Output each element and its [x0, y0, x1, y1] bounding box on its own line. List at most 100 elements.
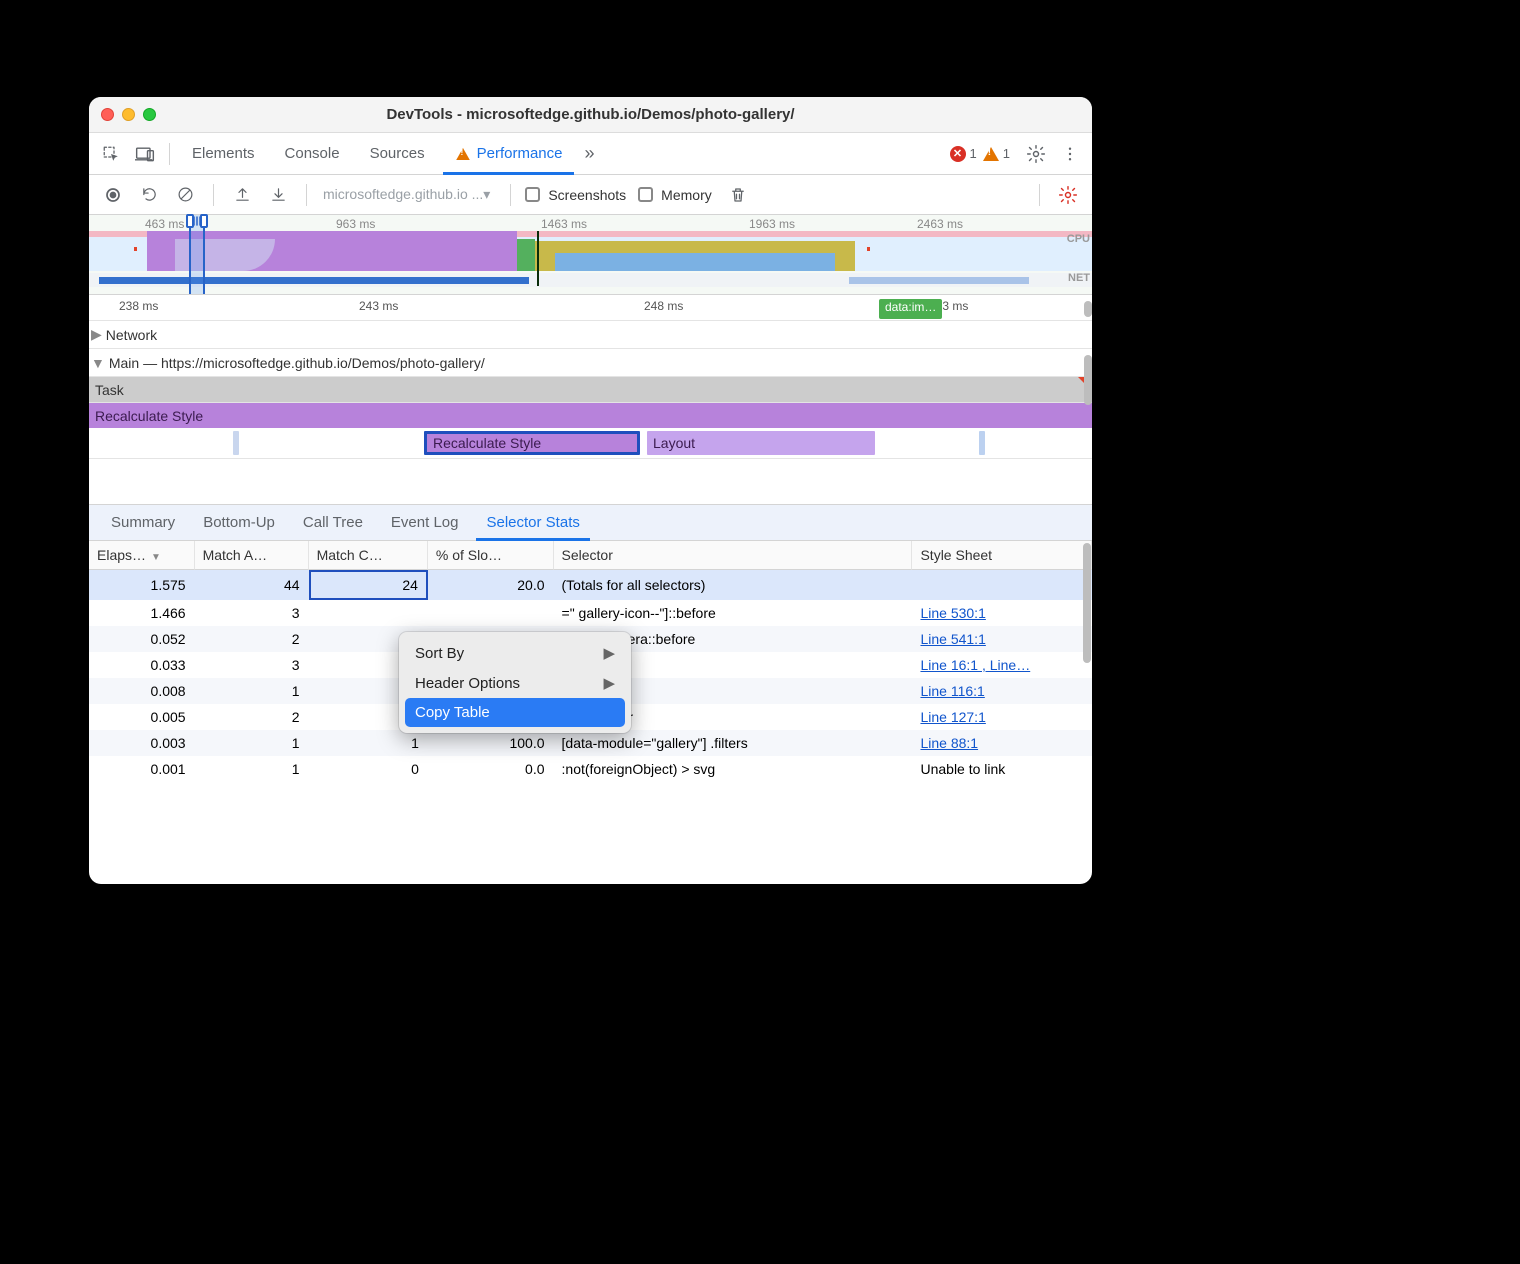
reload-record-button[interactable]: [135, 181, 163, 209]
overview-ticks: 463 ms 963 ms 1463 ms 1963 ms 2463 ms: [89, 217, 1092, 231]
tick-label: 1463 ms: [541, 217, 587, 231]
more-button[interactable]: [1054, 138, 1086, 170]
memory-checkbox[interactable]: [638, 187, 653, 202]
tabs-overflow-button[interactable]: »: [578, 133, 600, 174]
zoom-window-button[interactable]: [143, 108, 156, 121]
close-window-button[interactable]: [101, 108, 114, 121]
column-header-selector[interactable]: Selector: [554, 541, 913, 570]
stylesheet-link[interactable]: Line 88:1: [920, 735, 978, 751]
tab-bottom-up[interactable]: Bottom-Up: [189, 505, 289, 540]
garbage-collect-button[interactable]: [724, 181, 752, 209]
ctx-header-options[interactable]: Header Options ▶: [405, 668, 625, 698]
ctx-label: Sort By: [415, 645, 464, 662]
column-header-match-attempts[interactable]: Match A…: [195, 541, 309, 570]
scrollbar-thumb[interactable]: [1084, 301, 1092, 317]
network-track-header[interactable]: ▶ Network data:im…: [89, 321, 1092, 349]
warning-icon: [456, 148, 470, 160]
tab-selector-stats[interactable]: Selector Stats: [472, 505, 593, 540]
upload-profile-button[interactable]: [228, 181, 256, 209]
header-label: Selector: [562, 547, 613, 563]
tab-summary[interactable]: Summary: [97, 505, 189, 540]
task-bar[interactable]: Task: [89, 377, 1092, 403]
cell: 1: [195, 678, 309, 704]
minimize-window-button[interactable]: [122, 108, 135, 121]
tab-label: Event Log: [391, 514, 459, 531]
column-header-style-sheet[interactable]: Style Sheet: [912, 541, 1092, 570]
scrollbar-thumb[interactable]: [1083, 543, 1091, 663]
recalculate-style-bar[interactable]: Recalculate Style: [89, 403, 1092, 429]
table-row[interactable]: 1.4663=" gallery-icon--"]::beforeLine 53…: [89, 600, 1092, 626]
tab-label: Bottom-Up: [203, 514, 275, 531]
performance-toolbar: microsoftedge.github.io ...▾ Screenshots…: [89, 175, 1092, 215]
cell: 0.052: [89, 626, 195, 652]
column-header-match-count[interactable]: Match C…: [309, 541, 428, 570]
expand-arrow-icon: ▶: [91, 326, 102, 343]
cell: 1: [195, 756, 309, 782]
header-label: % of Slo…: [436, 547, 502, 563]
network-entry[interactable]: data:im…: [879, 299, 942, 319]
flame-bar[interactable]: [979, 431, 985, 455]
stylesheet-link[interactable]: Line 541:1: [920, 631, 985, 647]
tab-label: Selector Stats: [486, 514, 579, 531]
tab-elements[interactable]: Elements: [178, 133, 269, 174]
clear-button[interactable]: [171, 181, 199, 209]
screenshots-checkbox[interactable]: [525, 187, 540, 202]
header-label: Match A…: [203, 547, 268, 563]
ctx-sort-by[interactable]: Sort By ▶: [405, 638, 625, 668]
divider: [306, 184, 307, 206]
stylesheet-link[interactable]: Line 127:1: [920, 709, 985, 725]
tab-console[interactable]: Console: [271, 133, 354, 174]
profile-selector[interactable]: microsoftedge.github.io ...▾: [321, 186, 496, 203]
capture-settings-button[interactable]: [1054, 181, 1082, 209]
tab-performance[interactable]: Performance: [441, 133, 577, 174]
tab-call-tree[interactable]: Call Tree: [289, 505, 377, 540]
timeline-overview[interactable]: 463 ms 963 ms 1463 ms 1963 ms 2463 ms CP…: [89, 215, 1092, 295]
context-menu: Sort By ▶ Header Options ▶ Copy Table: [399, 632, 631, 733]
cell: Line 88:1: [912, 730, 1092, 756]
cell: 3: [195, 652, 309, 678]
stylesheet-link[interactable]: Line 530:1: [920, 605, 985, 621]
column-header-elapsed[interactable]: Elaps…: [89, 541, 195, 570]
device-toolbar-button[interactable]: [129, 138, 161, 170]
inspect-element-button[interactable]: [95, 138, 127, 170]
traffic-lights: [101, 108, 156, 121]
cell: Line 16:1 , Line…: [912, 652, 1092, 678]
ctx-copy-table[interactable]: Copy Table: [405, 698, 625, 727]
stylesheet-link[interactable]: Line 116:1: [920, 683, 984, 699]
cell: [309, 600, 428, 626]
column-header-percent-slow[interactable]: % of Slo…: [428, 541, 554, 570]
flame-chart[interactable]: 238 ms 243 ms 248 ms 253 ms ▶ Network da…: [89, 295, 1092, 505]
tab-label: Call Tree: [303, 514, 363, 531]
table-row[interactable]: 1.575442420.0(Totals for all selectors): [89, 570, 1092, 600]
record-button[interactable]: [99, 181, 127, 209]
main-track-header[interactable]: ▼ Main — https://microsoftedge.github.io…: [89, 349, 1092, 377]
tab-event-log[interactable]: Event Log: [377, 505, 473, 540]
download-profile-button[interactable]: [264, 181, 292, 209]
layout-bar[interactable]: Layout: [647, 431, 875, 455]
header-label: Match C…: [317, 547, 383, 563]
settings-button[interactable]: [1020, 138, 1052, 170]
warning-count[interactable]: 1: [983, 146, 1010, 161]
track-label: Network: [106, 327, 157, 343]
tab-label: Elements: [192, 145, 255, 162]
cell: =" gallery-icon--"]::before: [554, 600, 913, 626]
stylesheet-link[interactable]: Line 16:1 , Line…: [920, 657, 1030, 673]
tick-label: 463 ms: [145, 217, 184, 231]
cell: 0.033: [89, 652, 195, 678]
cell: [912, 570, 1092, 600]
cell: :not(foreignObject) > svg: [554, 756, 913, 782]
cpu-label: CPU: [1067, 233, 1090, 245]
titlebar: DevTools - microsoftedge.github.io/Demos…: [89, 97, 1092, 133]
collapse-arrow-icon: ▼: [91, 355, 105, 371]
tick-label: 1963 ms: [749, 217, 795, 231]
screenshots-label: Screenshots: [548, 187, 626, 203]
scrollbar-thumb[interactable]: [1084, 355, 1092, 405]
table-row[interactable]: 0.001100.0:not(foreignObject) > svgUnabl…: [89, 756, 1092, 782]
error-count[interactable]: ✕ 1: [950, 146, 977, 162]
flame-bar[interactable]: [233, 431, 239, 455]
overview-selection[interactable]: [189, 215, 205, 294]
recalculate-style-bar-selected[interactable]: Recalculate Style: [424, 431, 640, 455]
ruler-label: 248 ms: [644, 299, 683, 313]
table-row[interactable]: 0.00311100.0[data-module="gallery"] .fil…: [89, 730, 1092, 756]
tab-sources[interactable]: Sources: [356, 133, 439, 174]
